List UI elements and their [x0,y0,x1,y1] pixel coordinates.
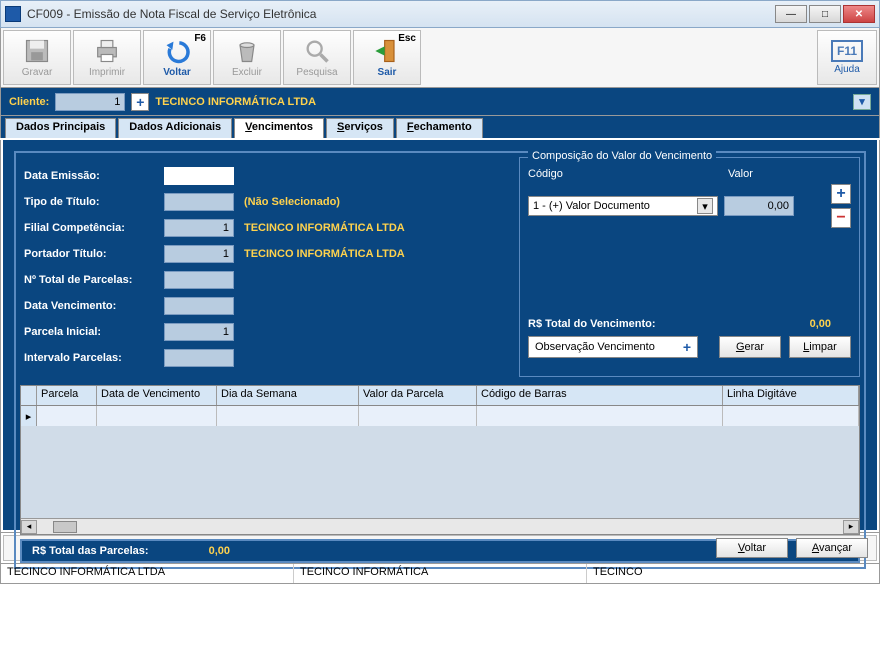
comp-add-button[interactable]: + [831,184,851,204]
filial-label: Filial Competência: [24,222,164,234]
nav-avancar-button[interactable]: Avançar [796,538,868,558]
table-row[interactable]: ▸ [21,406,859,426]
data-venc-input[interactable] [164,297,234,315]
minimize-button[interactable]: — [775,5,807,23]
gerar-button[interactable]: Gerar [719,336,781,358]
excluir-button[interactable]: Excluir [213,30,281,85]
window-title: CF009 - Emissão de Nota Fiscal de Serviç… [27,7,775,21]
f11-icon: F11 [831,40,863,62]
client-input[interactable] [55,93,125,111]
tab-dados-adicionais[interactable]: Dados Adicionais [118,118,232,138]
portador-input[interactable] [164,245,234,263]
intervalo-label: Intervalo Parcelas: [24,352,164,364]
portador-label: Portador Título: [24,248,164,260]
col-codigo-barras[interactable]: Código de Barras [477,386,723,405]
back-icon [163,37,191,65]
portador-extra: TECINCO INFORMÁTICA LTDA [244,248,405,260]
codigo-combo[interactable]: 1 - (+) Valor Documento ▾ [528,196,718,216]
status-bar: TECINCO INFORMÁTICA LTDA TECINCO INFORMÁ… [0,564,880,584]
client-bar: Cliente: + TECINCO INFORMÁTICA LTDA ▾ [0,88,880,116]
status-seg-2: TECINCO INFORMÁTICA [294,564,587,583]
tab-vencimentos[interactable]: Vencimentos [234,118,324,138]
search-icon [303,37,331,65]
voltar-button[interactable]: F6 Voltar [143,30,211,85]
main-panel: Data Emissão: Tipo de Título: (Não Selec… [3,140,877,530]
chevron-down-icon: ▾ [697,198,713,214]
exit-icon [373,37,401,65]
codigo-header: Código [528,168,728,180]
total-parcelas-label: Nº Total de Parcelas: [24,274,164,286]
valor-header: Valor [728,168,753,180]
data-venc-label: Data Vencimento: [24,300,164,312]
observacao-button[interactable]: Observação Vencimento + [528,336,698,358]
close-button[interactable]: ✕ [843,5,875,23]
client-name: TECINCO INFORMÁTICA LTDA [155,96,316,108]
status-seg-3: TECINCO [587,564,879,583]
save-icon [23,37,51,65]
total-venc-label: R$ Total do Vencimento: [528,318,656,330]
maximize-button[interactable]: □ [809,5,841,23]
grid-scrollbar[interactable]: ◂ ▸ [21,518,859,534]
window-titlebar: CF009 - Emissão de Nota Fiscal de Serviç… [0,0,880,28]
row-indicator-icon: ▸ [21,406,37,426]
valor-input[interactable] [724,196,794,216]
ajuda-button[interactable]: F11 Ajuda [817,30,877,85]
parcelas-grid[interactable]: Parcela Data de Vencimento Dia da Semana… [20,385,860,535]
col-parcela[interactable]: Parcela [37,386,97,405]
parcela-inicial-label: Parcela Inicial: [24,326,164,338]
col-dia-semana[interactable]: Dia da Semana [217,386,359,405]
comp-remove-button[interactable]: − [831,208,851,228]
composicao-panel: Composição do Valor do Vencimento Código… [519,157,860,377]
total-parcelas-value: 0,00 [209,545,230,557]
col-linha-digitavel[interactable]: Linha Digitáve [723,386,859,405]
scroll-left-icon[interactable]: ◂ [21,520,37,534]
limpar-button[interactable]: Limpar [789,336,851,358]
filial-extra: TECINCO INFORMÁTICA LTDA [244,222,405,234]
col-valor-parcela[interactable]: Valor da Parcela [359,386,477,405]
client-label: Cliente: [9,96,49,108]
imprimir-button[interactable]: Imprimir [73,30,141,85]
nav-voltar-button[interactable]: Voltar [716,538,788,558]
grid-header: Parcela Data de Vencimento Dia da Semana… [21,386,859,406]
status-seg-1: TECINCO INFORMÁTICA LTDA [1,564,294,583]
intervalo-input[interactable] [164,349,234,367]
client-add-button[interactable]: + [131,93,149,111]
composicao-legend: Composição do Valor do Vencimento [528,150,716,162]
tab-fechamento[interactable]: Fechamento [396,118,483,138]
tipo-titulo-label: Tipo de Título: [24,196,164,208]
tab-dados-principais[interactable]: Dados Principais [5,118,116,138]
tipo-titulo-input[interactable] [164,193,234,211]
total-parcelas-label: R$ Total das Parcelas: [32,545,149,557]
data-emissao-input[interactable] [164,167,234,185]
left-form: Data Emissão: Tipo de Título: (Não Selec… [20,157,515,377]
plus-icon: + [683,339,691,355]
app-icon [5,6,21,22]
sair-button[interactable]: Esc Sair [353,30,421,85]
parcela-inicial-input[interactable] [164,323,234,341]
tipo-titulo-extra: (Não Selecionado) [244,196,340,208]
scroll-thumb[interactable] [53,521,77,533]
col-data-venc[interactable]: Data de Vencimento [97,386,217,405]
pesquisa-button[interactable]: Pesquisa [283,30,351,85]
filial-input[interactable] [164,219,234,237]
expand-button[interactable]: ▾ [853,94,871,110]
data-emissao-label: Data Emissão: [24,170,164,182]
tab-bar: Dados Principais Dados Adicionais Vencim… [0,116,880,138]
tab-servicos[interactable]: Serviços [326,118,394,138]
total-parcelas-input[interactable] [164,271,234,289]
toolbar: Gravar Imprimir F6 Voltar Excluir Pesqui… [0,28,880,88]
total-venc-value: 0,00 [810,318,831,330]
trash-icon [233,37,261,65]
gravar-button[interactable]: Gravar [3,30,71,85]
print-icon [93,37,121,65]
scroll-right-icon[interactable]: ▸ [843,520,859,534]
